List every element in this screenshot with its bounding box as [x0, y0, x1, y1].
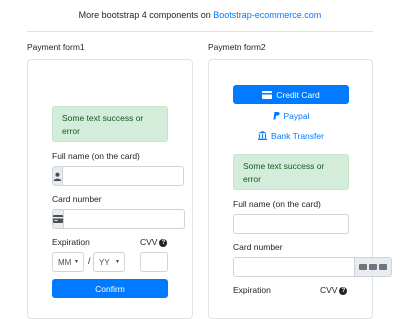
form1-fullname-input[interactable] — [62, 166, 184, 186]
confirm-button[interactable]: Confirm — [52, 279, 168, 298]
form1-cardnumber-label: Card number — [52, 194, 102, 204]
form2-alert: Some text success or error — [233, 154, 349, 190]
form2-fullname-label: Full name (on the card) — [233, 199, 321, 209]
chevron-down-icon: ▼ — [74, 259, 79, 265]
tab-bank-transfer-label: Bank Transfer — [271, 130, 324, 141]
form1-year-select[interactable]: YY ▼ — [93, 252, 125, 272]
form1-month-select[interactable]: MM ▼ — [52, 252, 84, 272]
payment-form1-card: Some text success or error Full name (on… — [27, 59, 193, 319]
paypal-icon — [272, 111, 280, 119]
form2-fullname-input[interactable] — [233, 214, 349, 234]
form1-fullname-label: Full name (on the card) — [52, 151, 140, 161]
form1-cardnumber-group — [52, 209, 185, 229]
payment-form2-card: Credit Card Paypal Bank Transfer Some te… — [208, 59, 392, 319]
form1-title: Payment form1 — [27, 42, 85, 52]
form2-expiration-label: Expiration — [233, 285, 271, 295]
form1-cvv-input[interactable] — [140, 252, 168, 272]
form2-cvv-text: CVV — [320, 285, 338, 295]
tab-paypal-label: Paypal — [283, 110, 310, 121]
help-icon[interactable]: ? — [339, 286, 348, 295]
form2-cardnumber-input[interactable] — [233, 257, 355, 277]
amex-icon — [369, 264, 377, 270]
form1-year-value: YY — [99, 257, 110, 267]
header-divider — [27, 31, 373, 32]
card-brands — [355, 257, 392, 277]
form2-cardnumber-label: Card number — [233, 242, 283, 252]
form1-expiration-label: Expiration — [52, 237, 90, 247]
form1-cvv-label: CVV? — [140, 237, 168, 247]
form1-date-slash: / — [88, 256, 91, 266]
form1-cardnumber-input[interactable] — [63, 209, 185, 229]
form1-month-value: MM — [58, 257, 72, 267]
form2-title: Paymetn form2 — [208, 42, 266, 52]
tab-credit-card-label: Credit Card — [276, 89, 320, 100]
tab-paypal[interactable]: Paypal — [233, 106, 349, 125]
form1-alert: Some text success or error — [52, 106, 168, 142]
visa-icon — [359, 264, 367, 270]
tab-credit-card[interactable]: Credit Card — [233, 85, 349, 104]
credit-card-icon — [52, 209, 63, 229]
form2-cardnumber-group — [233, 257, 392, 277]
promo-text: More bootstrap 4 components on — [78, 10, 211, 20]
chevron-down-icon: ▼ — [115, 259, 120, 265]
user-icon — [52, 166, 62, 186]
promo-line: More bootstrap 4 components on Bootstrap… — [0, 10, 400, 20]
form2-cvv-label: CVV? — [320, 285, 348, 295]
bank-icon — [258, 131, 268, 140]
form1-cvv-text: CVV — [140, 237, 158, 247]
tab-bank-transfer[interactable]: Bank Transfer — [233, 126, 349, 145]
promo-link[interactable]: Bootstrap-ecommerce.com — [213, 10, 321, 20]
mastercard-icon — [379, 264, 387, 270]
form1-fullname-group — [52, 166, 184, 186]
help-icon[interactable]: ? — [159, 238, 168, 247]
credit-card-icon — [262, 90, 273, 99]
